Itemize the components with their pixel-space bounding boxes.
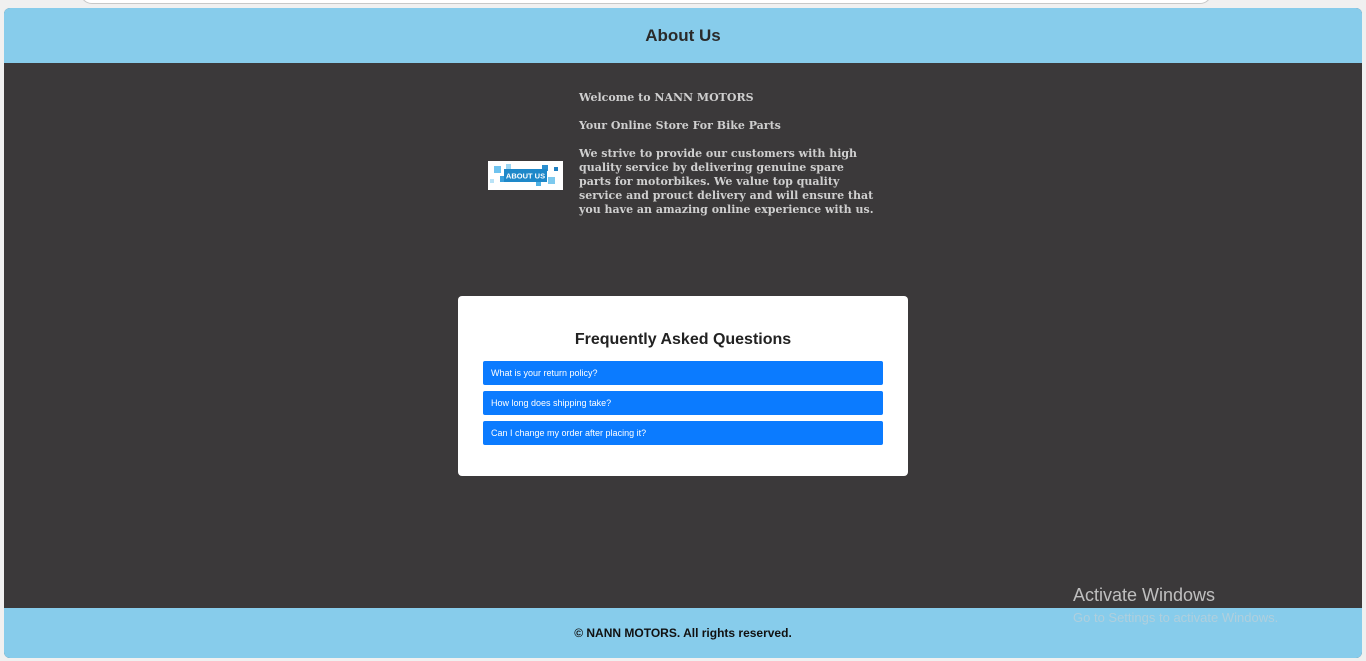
page-header: About Us xyxy=(4,8,1362,63)
about-text-block: Welcome to NANN MOTORS Your Online Store… xyxy=(579,91,879,231)
windows-activation-watermark: Activate Windows Go to Settings to activ… xyxy=(1073,585,1278,625)
faq-title: Frequently Asked Questions xyxy=(574,331,792,348)
faq-section: Frequently Asked Questions What is your … xyxy=(458,296,908,476)
faq-question-return-policy[interactable]: What is your return policy? xyxy=(483,361,883,385)
description-text: We strive to provide our customers with … xyxy=(579,147,874,216)
watermark-subtitle: Go to Settings to activate Windows. xyxy=(1073,610,1279,625)
about-us-image: ABOUT US xyxy=(488,161,563,190)
copyright-text: © NANN MOTORS. All rights reserved. xyxy=(574,626,792,640)
page-frame: About Us ABOUT US Welcome to NANN MOTORS… xyxy=(4,8,1362,658)
page-title: About Us xyxy=(645,25,721,45)
welcome-text: Welcome to NANN MOTORS xyxy=(579,91,754,104)
main-content: ABOUT US Welcome to NANN MOTORS Your Onl… xyxy=(4,63,1362,608)
watermark-title: Activate Windows xyxy=(1073,585,1216,605)
faq-question-shipping-time[interactable]: How long does shipping take? xyxy=(483,391,883,415)
browser-top-strip xyxy=(80,0,1212,4)
about-us-image-text: ABOUT US xyxy=(506,172,545,181)
tagline-text: Your Online Store For Bike Parts xyxy=(579,119,781,132)
faq-list: What is your return policy? How long doe… xyxy=(483,361,883,451)
about-us-graphic: ABOUT US xyxy=(488,161,563,190)
faq-question-change-order[interactable]: Can I change my order after placing it? xyxy=(483,421,883,445)
